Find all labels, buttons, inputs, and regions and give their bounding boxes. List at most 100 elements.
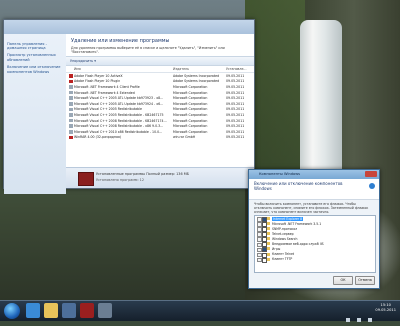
program-date: 09.05.2011 <box>226 90 245 95</box>
program-publisher: Microsoft Corporation <box>173 118 208 123</box>
program-name: Microsoft Visual C++ 2005 Redistributabl… <box>74 112 164 117</box>
program-icon <box>69 74 73 78</box>
program-publisher: Microsoft Corporation <box>173 101 208 106</box>
program-icon <box>69 118 73 123</box>
program-name: Microsoft Visual C++ 2005 Redistributabl… <box>74 107 142 112</box>
dialog-heading: Включение или отключение компонентов Win… <box>254 181 343 191</box>
features-tree: Internet Explorer 8 Microsoft .NET Framew… <box>254 215 376 273</box>
page-title: Удаление или изменение программы <box>71 38 170 44</box>
program-date: 09.05.2011 <box>226 79 245 84</box>
feature-item[interactable]: Клиент TFTP <box>255 257 375 263</box>
feature-label: Клиент TFTP <box>272 257 293 262</box>
program-icon <box>69 96 73 100</box>
program-date: 09.05.2011 <box>226 101 245 106</box>
media-player-icon[interactable] <box>62 303 76 318</box>
program-name: Microsoft Visual C++ 2008 Redistributabl… <box>74 118 167 123</box>
clock[interactable]: 15:10 09.05.2011 <box>375 303 396 313</box>
folder-icon <box>267 227 271 231</box>
program-date: 09.05.2011 <box>226 84 245 89</box>
feature-label: Microsoft .NET Framework 3.5.1 <box>272 221 322 226</box>
control-panel-icon[interactable] <box>80 303 94 318</box>
table-row[interactable]: WinRAR 4.00 (32-разрядная) win.rar GmbH 09… <box>66 135 254 141</box>
program-name: Adobe Flash Player 10 ActiveX <box>74 73 123 78</box>
program-name: Microsoft Visual C++ 2005 ATL Update kb9… <box>74 101 164 106</box>
program-publisher: Microsoft Corporation <box>173 124 208 129</box>
program-name: Adobe Flash Player 10 Plugin <box>74 79 121 84</box>
feature-label: SNMP-протокол <box>272 226 298 231</box>
dialog-titlebar[interactable]: Компоненты Windows <box>249 170 379 179</box>
dialog-title: Компоненты Windows <box>259 172 301 176</box>
dialog-header: Включение или отключение компонентов Win… <box>249 179 379 200</box>
program-publisher: Microsoft Corporation <box>173 90 208 95</box>
programs-content: Удаление или изменение программы Для уда… <box>66 34 254 188</box>
help-icon[interactable] <box>369 183 375 189</box>
program-icon <box>69 113 73 117</box>
folder-icon <box>267 221 271 225</box>
program-publisher: Microsoft Corporation <box>173 96 208 101</box>
program-date: 09.05.2011 <box>226 96 245 101</box>
network-icon[interactable] <box>345 318 350 322</box>
program-date: 09.05.2011 <box>226 124 245 129</box>
program-publisher: Adobe Systems Incorporated <box>173 73 220 78</box>
clock-date: 09.05.2011 <box>375 308 396 312</box>
feature-label: Клиент Telnet <box>272 252 295 257</box>
program-icon <box>69 101 73 106</box>
ok-button[interactable]: ОК <box>333 276 353 285</box>
tray-icons <box>344 307 372 326</box>
cancel-button[interactable]: Отмена <box>355 276 375 285</box>
folder-icon <box>267 237 271 241</box>
column-publisher[interactable]: Издатель <box>173 67 189 71</box>
nav-link-updates[interactable]: Просмотр установленных обновлений <box>4 52 66 64</box>
program-name: WinRAR 4.00 (32-разрядная) <box>74 135 122 140</box>
folder-icon <box>267 216 271 220</box>
program-date: 09.05.2011 <box>226 112 245 117</box>
programs-toolbar: Упорядочить ▾ <box>66 56 254 66</box>
windows-features-dialog: Компоненты Windows Включение или отключе… <box>248 169 380 289</box>
program-date: 09.05.2011 <box>226 107 245 112</box>
column-installed[interactable]: Установле... <box>226 67 246 71</box>
control-panel-nav: Панель управления - домашняя страница Пр… <box>4 34 66 194</box>
start-button[interactable] <box>4 303 20 319</box>
folder-icon <box>267 257 271 261</box>
volume-icon[interactable] <box>356 318 361 322</box>
taskbar: 15:10 09.05.2011 <box>0 300 400 322</box>
explorer-icon[interactable] <box>44 303 58 318</box>
program-publisher: Microsoft Corporation <box>173 84 208 89</box>
expand-icon[interactable] <box>257 257 262 263</box>
program-name: Microsoft Visual C++ 2008 Redistributabl… <box>74 124 164 129</box>
feature-label: Internet Explorer 8 <box>272 216 304 221</box>
nav-link-features[interactable]: Включение или отключение компонентов Win… <box>4 64 66 76</box>
column-name[interactable]: Имя <box>74 67 81 71</box>
program-publisher: Microsoft Corporation <box>173 107 208 112</box>
organize-button[interactable]: Упорядочить ▾ <box>70 59 96 63</box>
program-publisher: win.rar GmbH <box>173 135 196 140</box>
flag-icon[interactable] <box>368 318 372 322</box>
page-description: Для удаления программы выберите её в спи… <box>71 46 225 54</box>
program-date: 09.05.2011 <box>226 135 245 140</box>
folder-icon <box>267 247 271 251</box>
program-name: Microsoft .NET Framework 4 Extended <box>74 90 135 95</box>
program-icon <box>69 90 73 95</box>
folder-icon <box>267 252 271 256</box>
close-icon[interactable] <box>365 171 377 177</box>
window-address-bar[interactable] <box>4 20 254 34</box>
status-size: Установленные программы Полный размер: 1… <box>96 172 189 176</box>
folder-icon <box>267 232 271 236</box>
feature-label: Telnet-сервер <box>272 231 294 236</box>
program-name: Microsoft Visual C++ 2010 x86 Redistribu… <box>74 129 163 134</box>
feature-label: Внедряемое веб-ядро служб IIS <box>272 242 324 247</box>
feature-label: Игры <box>272 247 281 252</box>
programs-window: Панель управления - домашняя страница Пр… <box>3 19 255 194</box>
program-icon <box>69 79 73 84</box>
program-publisher: Microsoft Corporation <box>173 129 208 134</box>
program-date: 09.05.2011 <box>226 129 245 134</box>
programs-table-header: Имя Издатель Установле... <box>66 66 254 73</box>
folder-icon <box>267 242 271 246</box>
features-icon[interactable] <box>98 303 112 318</box>
program-date: 09.05.2011 <box>226 73 245 78</box>
programs-icon <box>78 172 94 186</box>
program-publisher: Adobe Systems Incorporated <box>173 79 220 84</box>
nav-link-home[interactable]: Панель управления - домашняя страница <box>4 40 66 52</box>
program-icon <box>69 135 73 140</box>
ie-icon[interactable] <box>26 303 40 318</box>
